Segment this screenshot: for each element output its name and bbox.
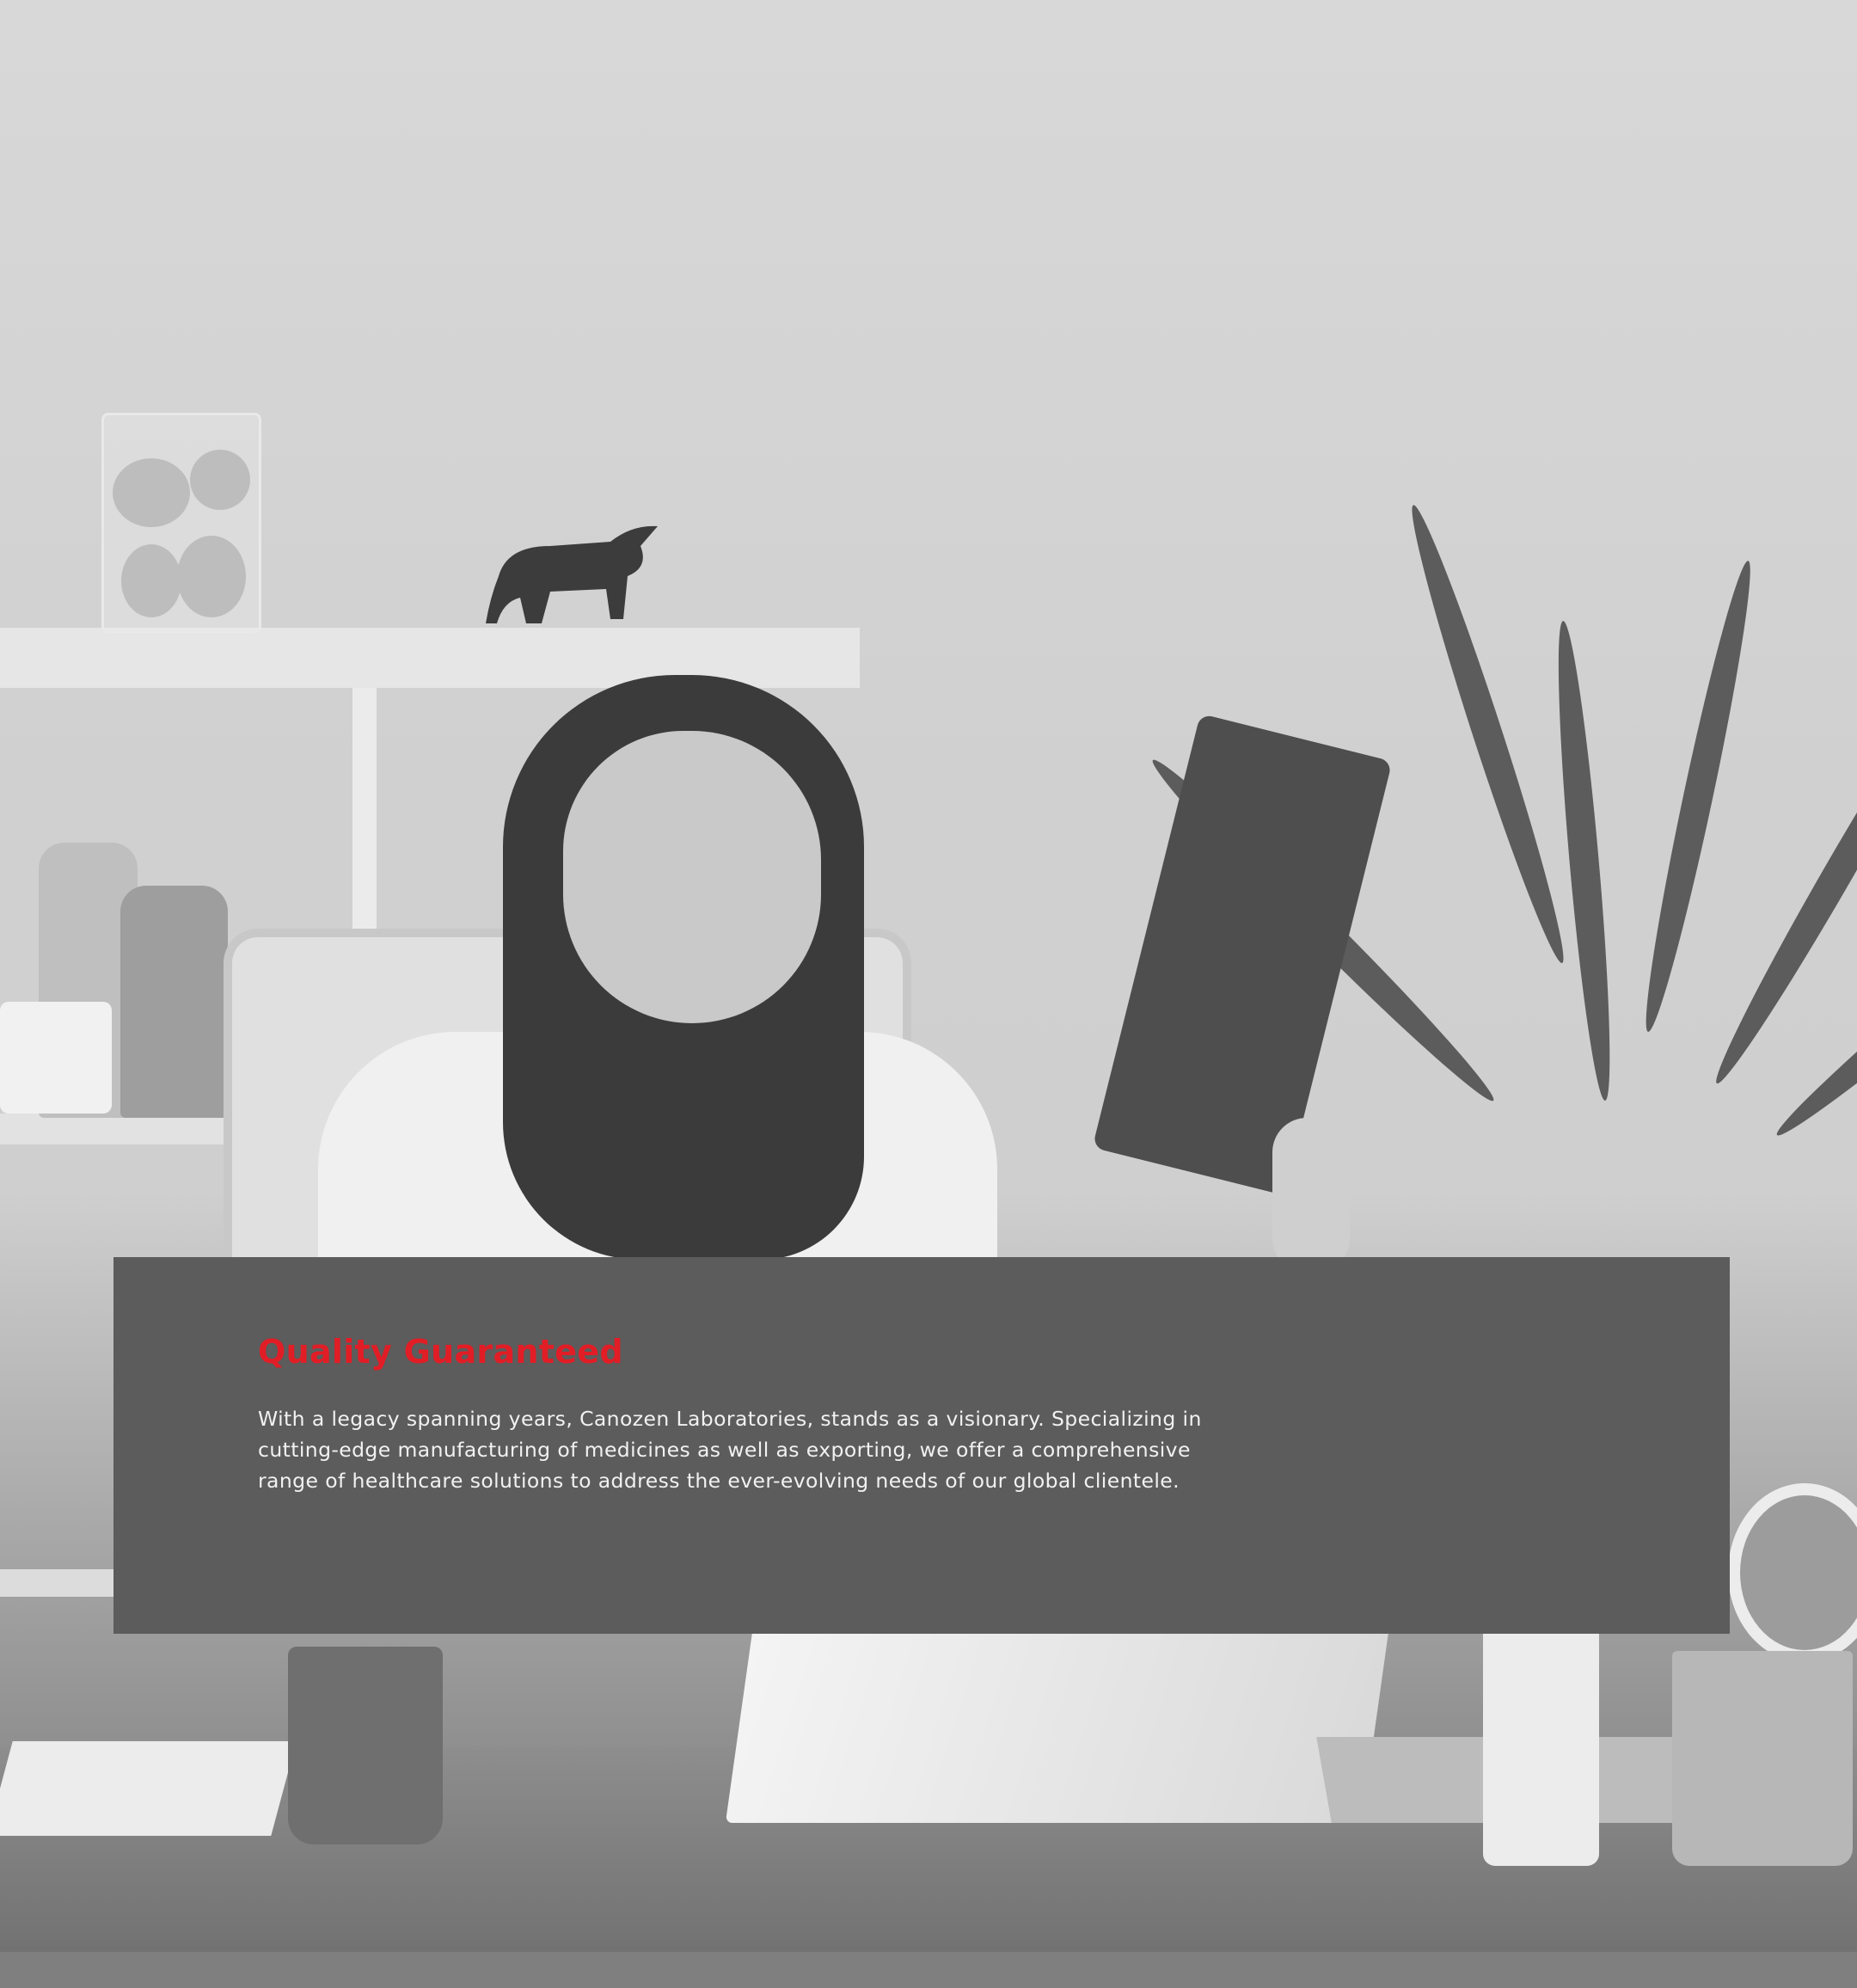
plant-leaf [1548, 619, 1620, 1102]
shelf [0, 1114, 232, 1144]
plant-leaf [1633, 557, 1763, 1035]
shelf [0, 1569, 129, 1597]
hero-background-photo [0, 0, 1857, 1988]
pen-holder [1672, 1651, 1853, 1866]
doctor-hand [1272, 1118, 1350, 1273]
desk-edge [0, 1952, 1857, 1988]
magnifier-lamp [1728, 1483, 1857, 1662]
doctor-face [563, 731, 821, 1023]
feature-panel: Quality Guaranteed With a legacy spannin… [113, 1257, 1730, 1634]
notebook [0, 1741, 297, 1836]
coffee-mug [288, 1647, 443, 1844]
feature-title: Quality Guaranteed [258, 1333, 623, 1371]
feature-description: With a legacy spanning years, Canozen La… [258, 1407, 1202, 1493]
laptop [725, 1625, 1390, 1823]
bottle [1483, 1617, 1599, 1866]
bull-figurine [486, 525, 658, 623]
bottle [120, 886, 228, 1118]
glass-jar [101, 413, 261, 633]
paper-roll [0, 1002, 112, 1114]
plant-leaf [1399, 500, 1577, 968]
